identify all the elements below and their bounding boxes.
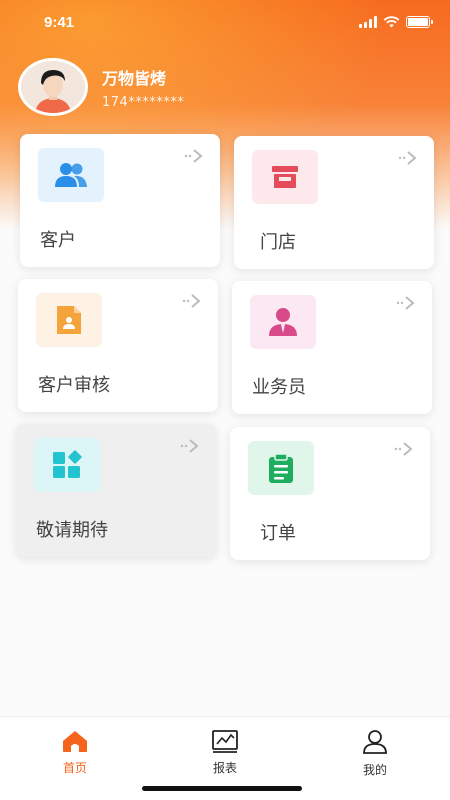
customers-icon-box (38, 148, 104, 202)
arrow-right-icon (396, 296, 415, 310)
avatar[interactable] (18, 58, 88, 116)
store-icon (272, 166, 298, 188)
tab-label: 首页 (62, 761, 87, 775)
salesperson-icon (269, 308, 297, 336)
card-label: 业务员 (252, 377, 306, 398)
customer-review-icon-box (36, 293, 102, 347)
status-time: 9:41 (44, 13, 75, 31)
card-label: 订单 (260, 523, 296, 544)
user-icon (363, 730, 387, 754)
home-indicator (142, 786, 302, 791)
profile-name: 万物皆烤 (102, 68, 167, 88)
profile-phone: 174******** (102, 94, 185, 110)
orders-icon-box (248, 441, 314, 495)
arrow-right-icon (184, 149, 203, 163)
profile-info: 万物皆烤 174******** (102, 65, 184, 110)
document-review-icon (57, 306, 81, 334)
salespeople-icon-box (250, 295, 316, 349)
tab-home[interactable]: 首页 (35, 729, 115, 800)
card-customers[interactable]: 客户 (20, 134, 220, 267)
card-coming-soon: 敬请期待 (16, 424, 216, 557)
tab-label: 我的 (362, 763, 387, 777)
stores-icon-box (252, 150, 318, 204)
coming-soon-icon-box (34, 438, 100, 492)
signal-icon (359, 16, 377, 28)
grid-apps-icon (53, 450, 82, 478)
tab-label: 报表 (212, 761, 237, 775)
card-salespeople[interactable]: 业务员 (232, 281, 432, 414)
card-label: 敬请期待 (36, 520, 108, 541)
home-icon (63, 731, 87, 752)
card-label: 门店 (260, 232, 296, 253)
arrow-right-icon (182, 294, 201, 308)
card-customer-review[interactable]: 客户审核 (18, 279, 218, 412)
chart-icon (212, 730, 238, 753)
wifi-icon (383, 16, 400, 28)
status-icons (359, 16, 433, 28)
arrow-right-icon (398, 151, 417, 165)
card-label: 客户审核 (38, 375, 110, 396)
arrow-right-icon (394, 442, 413, 456)
user-profile[interactable]: 万物皆烤 174******** (18, 58, 184, 116)
card-label: 客户 (40, 230, 76, 251)
card-orders[interactable]: 订单 (230, 427, 430, 560)
tab-mine[interactable]: 我的 (335, 729, 415, 800)
status-bar: 9:41 (0, 0, 450, 44)
battery-icon (406, 16, 433, 28)
users-icon (55, 163, 87, 187)
arrow-right-icon (180, 439, 199, 453)
clipboard-icon (269, 453, 293, 483)
card-stores[interactable]: 门店 (234, 136, 434, 269)
